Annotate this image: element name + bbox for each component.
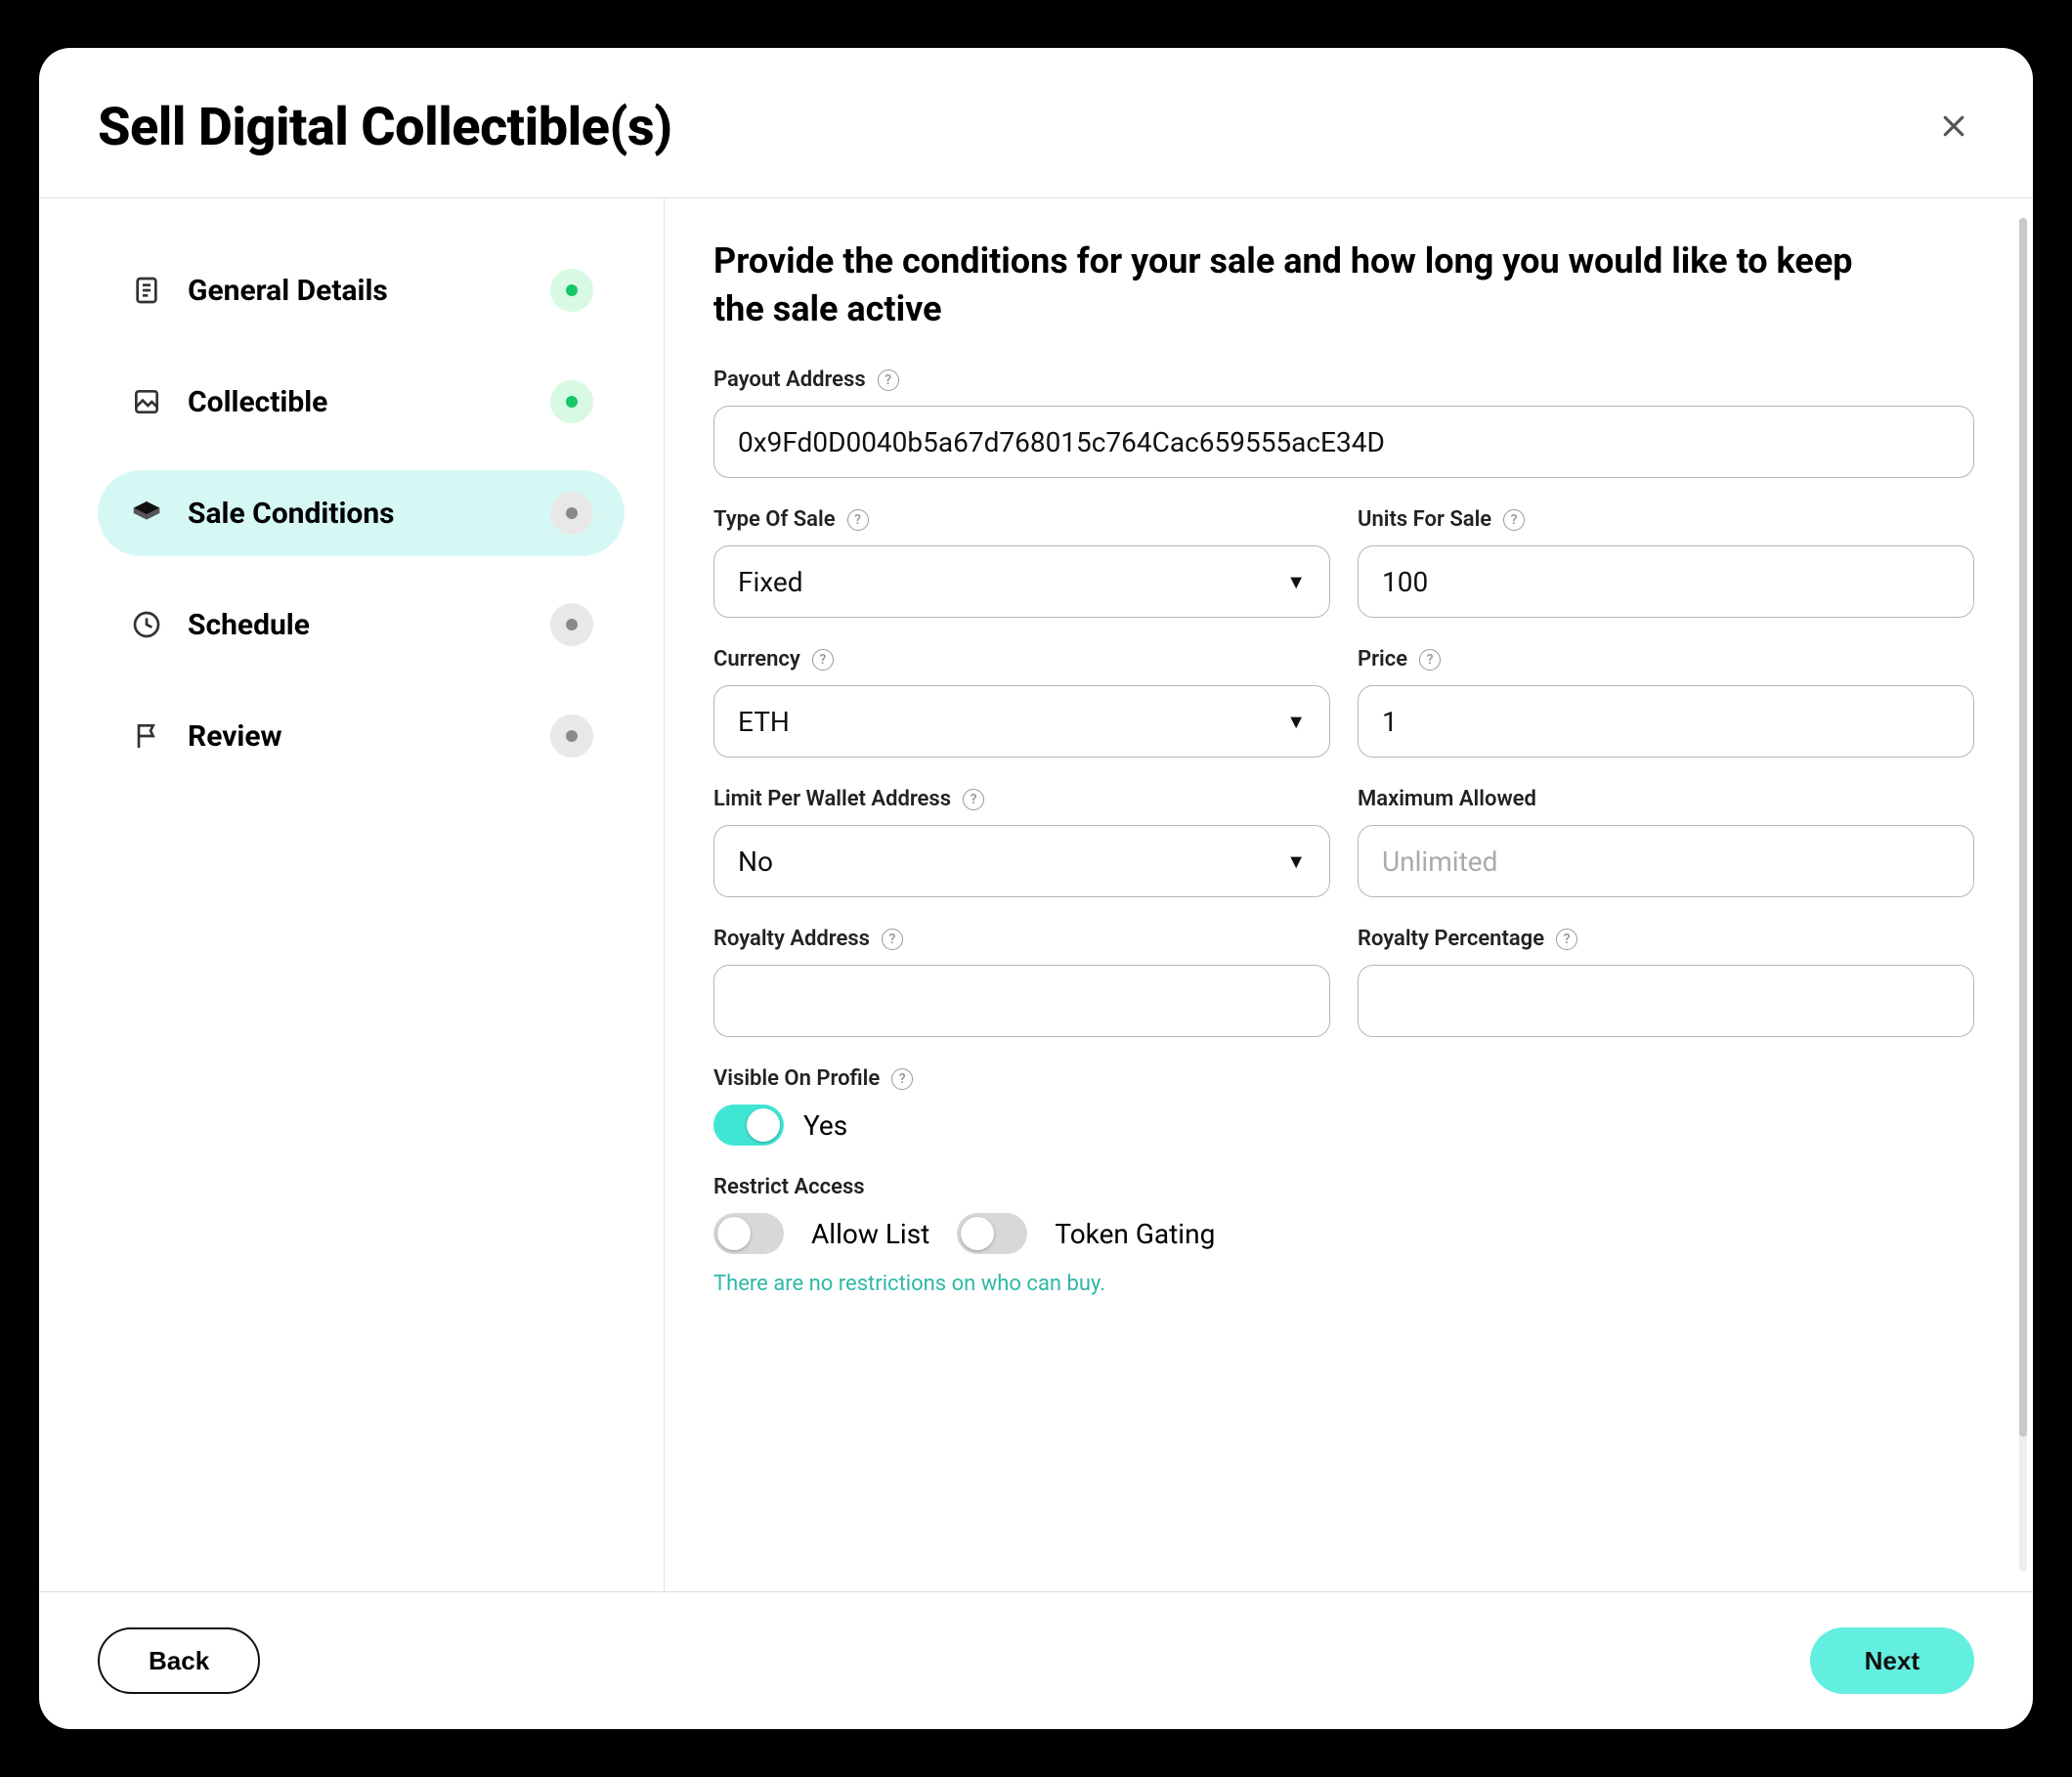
section-heading: Provide the conditions for your sale and… [713,238,1886,332]
image-icon [129,384,164,419]
step-label: Collectible [188,385,327,419]
step-status-pending [550,492,593,535]
payout-address-label: Payout Address [713,368,866,392]
modal-header: Sell Digital Collectible(s) [39,48,2033,198]
help-icon[interactable]: ? [878,369,899,391]
help-icon[interactable]: ? [963,789,984,810]
chevron-down-icon: ▼ [1286,849,1306,874]
allow-list-toggle[interactable] [713,1213,784,1254]
help-icon[interactable]: ? [847,509,869,531]
form-main: Provide the conditions for your sale and… [665,198,2033,1591]
sell-modal: Sell Digital Collectible(s) General Deta… [39,48,2033,1729]
help-icon[interactable]: ? [1419,649,1441,671]
royalty-address-input[interactable] [713,965,1330,1037]
help-icon[interactable]: ? [812,649,834,671]
back-button[interactable]: Back [98,1627,260,1694]
modal-title: Sell Digital Collectible(s) [98,97,672,158]
type-of-sale-select[interactable]: Fixed ▼ [713,545,1330,618]
help-icon[interactable]: ? [1503,509,1525,531]
chevron-down-icon: ▼ [1286,710,1306,734]
select-value: ETH [738,706,790,738]
step-status-done [550,269,593,312]
royalty-address-label: Royalty Address [713,927,870,951]
maximum-allowed-input [1358,825,1974,897]
field-units-for-sale: Units For Sale ? [1358,507,1974,618]
field-payout-address: Payout Address ? [713,368,1974,478]
select-value: Fixed [738,566,803,598]
allow-list-label: Allow List [811,1218,929,1250]
select-value: No [738,845,773,878]
flag-icon [129,718,164,754]
help-icon[interactable]: ? [882,929,903,950]
currency-select[interactable]: ETH ▼ [713,685,1330,758]
step-status-pending [550,715,593,758]
type-of-sale-label: Type Of Sale [713,507,836,532]
field-price: Price ? [1358,647,1974,758]
maximum-allowed-label: Maximum Allowed [1358,787,1536,811]
step-label: Schedule [188,608,310,642]
field-royalty-address: Royalty Address ? [713,927,1330,1037]
next-button[interactable]: Next [1810,1627,1974,1694]
royalty-percentage-label: Royalty Percentage [1358,927,1544,951]
limit-per-wallet-select[interactable]: No ▼ [713,825,1330,897]
units-for-sale-input[interactable] [1358,545,1974,618]
price-label: Price [1358,647,1407,672]
field-currency: Currency ? ETH ▼ [713,647,1330,758]
step-status-pending [550,603,593,646]
restrict-access-hint: There are no restrictions on who can buy… [713,1272,1974,1296]
modal-footer: Back Next [39,1591,2033,1729]
close-button[interactable] [1933,103,1974,153]
step-collectible[interactable]: Collectible [98,359,625,445]
step-label: General Details [188,274,388,308]
step-status-done [550,380,593,423]
field-royalty-percentage: Royalty Percentage ? [1358,927,1974,1037]
field-limit-per-wallet: Limit Per Wallet Address ? No ▼ [713,787,1330,897]
visible-toggle[interactable] [713,1105,784,1146]
field-type-of-sale: Type Of Sale ? Fixed ▼ [713,507,1330,618]
scrollbar[interactable] [2019,218,2027,1572]
step-sale-conditions[interactable]: Sale Conditions [98,470,625,556]
units-for-sale-label: Units For Sale [1358,507,1491,532]
step-label: Review [188,719,282,754]
step-label: Sale Conditions [188,497,395,531]
royalty-percentage-input[interactable] [1358,965,1974,1037]
layers-icon [129,496,164,531]
price-input[interactable] [1358,685,1974,758]
visible-toggle-label: Yes [803,1109,847,1142]
payout-address-input[interactable] [713,406,1974,478]
stepper-sidebar: General Details Collectible [39,198,665,1591]
field-restrict-access: Restrict Access Allow List Token Gating … [713,1175,1974,1296]
step-review[interactable]: Review [98,693,625,779]
help-icon[interactable]: ? [1556,929,1577,950]
currency-label: Currency [713,647,800,672]
step-general-details[interactable]: General Details [98,247,625,333]
chevron-down-icon: ▼ [1286,570,1306,594]
limit-per-wallet-label: Limit Per Wallet Address [713,787,951,811]
token-gating-toggle[interactable] [957,1213,1027,1254]
field-visible-on-profile: Visible On Profile ? Yes [713,1066,1974,1146]
field-maximum-allowed: Maximum Allowed [1358,787,1974,897]
token-gating-label: Token Gating [1055,1218,1215,1250]
restrict-access-label: Restrict Access [713,1175,865,1199]
help-icon[interactable]: ? [891,1068,913,1090]
visible-on-profile-label: Visible On Profile [713,1066,880,1091]
close-icon [1939,111,1968,141]
modal-body: General Details Collectible [39,198,2033,1591]
step-schedule[interactable]: Schedule [98,582,625,668]
clock-icon [129,607,164,642]
document-icon [129,273,164,308]
